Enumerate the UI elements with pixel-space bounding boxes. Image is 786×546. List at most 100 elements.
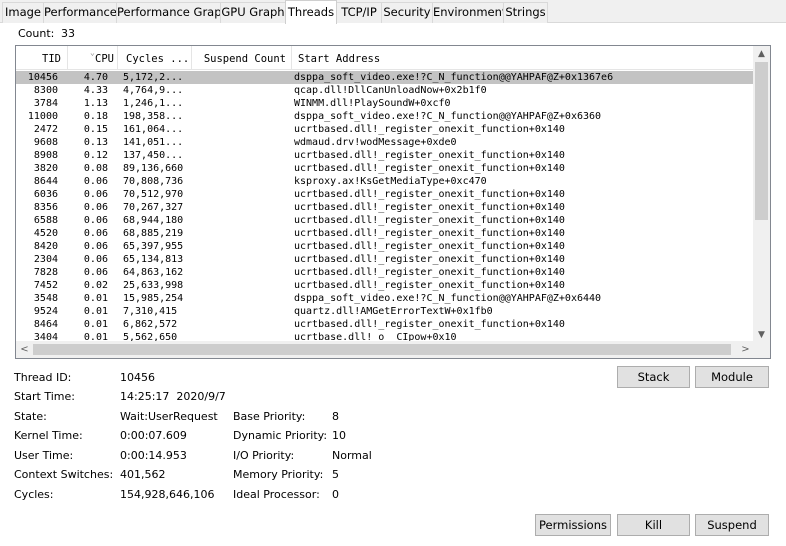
table-row[interactable]: 6588 0.06 68,944,180 ucrtbased.dll!_registe… bbox=[16, 214, 754, 227]
cell-cpu: 0.06 bbox=[83, 176, 108, 187]
cell-start-address: wdmaud.drv!wodMessage+0xde0 bbox=[294, 137, 457, 148]
table-row[interactable]: 3784 1.13 1,246,1... WINMM.dll!PlaySoundW+0… bbox=[16, 97, 754, 110]
cell-tid: 9524 bbox=[33, 306, 58, 317]
tab-gpu-graph[interactable]: GPU Graph bbox=[220, 2, 286, 23]
context-switches-value: 401,562 bbox=[120, 468, 166, 481]
table-row[interactable]: 6036 0.06 70,512,970 ucrtbased.dll!_registe… bbox=[16, 188, 754, 201]
kernel-time-value: 0:00:07.609 bbox=[120, 429, 187, 442]
cell-start-address: dsppa_soft_video.exe!?C_N_function@@YAHP… bbox=[294, 72, 614, 83]
kill-button[interactable]: Kill bbox=[617, 514, 690, 536]
cell-start-address: ucrtbased.dll!_register_onexit_function+… bbox=[294, 163, 565, 174]
cell-start-address: ucrtbased.dll!_register_onexit_function+… bbox=[294, 267, 565, 278]
cell-cycles: 68,885,219 bbox=[123, 228, 184, 239]
memory-priority-value: 5 bbox=[332, 468, 339, 481]
column-header-cycles[interactable]: Cycles ... bbox=[118, 46, 192, 70]
cell-cycles: 1,246,1... bbox=[123, 98, 184, 109]
cell-tid: 8300 bbox=[33, 85, 58, 96]
cell-tid: 8908 bbox=[33, 150, 58, 161]
column-header-start-address[interactable]: Start Address bbox=[292, 46, 754, 70]
column-header-cpu-label: CPU bbox=[95, 53, 114, 65]
cell-cycles: 65,134,813 bbox=[123, 254, 184, 265]
vertical-scrollbar[interactable]: ▲ ▼ bbox=[753, 46, 770, 343]
cell-tid: 6036 bbox=[33, 189, 58, 200]
table-row[interactable]: 8464 0.01 6,862,572 ucrtbased.dll!_register… bbox=[16, 318, 754, 331]
column-header-tid[interactable]: TID bbox=[16, 46, 68, 70]
stack-button[interactable]: Stack bbox=[617, 366, 690, 388]
cell-tid: 10456 bbox=[27, 72, 58, 83]
list-rows: 10456 4.70 5,172,2... dsppa_soft_video.exe!… bbox=[16, 71, 754, 343]
cell-cpu: 0.06 bbox=[83, 241, 108, 252]
cell-cpu: 0.06 bbox=[83, 228, 108, 239]
cell-tid: 2472 bbox=[33, 124, 58, 135]
table-row[interactable]: 8908 0.12 137,450... ucrtbased.dll!_registe… bbox=[16, 149, 754, 162]
io-priority-label: I/O Priority: bbox=[233, 449, 295, 462]
cell-tid: 8644 bbox=[33, 176, 58, 187]
cell-cpu: 0.13 bbox=[83, 137, 108, 148]
table-row[interactable]: 9524 0.01 7,310,415 quartz.dll!AMGetErrorTe… bbox=[16, 305, 754, 318]
table-row[interactable]: 7452 0.02 25,633,998 ucrtbased.dll!_registe… bbox=[16, 279, 754, 292]
tab-environment[interactable]: Environment bbox=[432, 2, 506, 23]
table-row[interactable]: 11000 0.18 198,358... dsppa_soft_video.exe!… bbox=[16, 110, 754, 123]
cell-start-address: ksproxy.ax!KsGetMediaType+0xc470 bbox=[294, 176, 487, 187]
horizontal-scroll-thumb[interactable] bbox=[33, 344, 731, 355]
base-priority-label: Base Priority: bbox=[233, 410, 306, 423]
cell-cycles: 5,172,2... bbox=[123, 72, 184, 83]
table-row[interactable]: 3820 0.08 89,136,660 ucrtbased.dll!_registe… bbox=[16, 162, 754, 175]
cell-cpu: 0.15 bbox=[83, 124, 108, 135]
vertical-scroll-thumb[interactable] bbox=[755, 62, 768, 220]
tab-performance-graph[interactable]: Performance Graph bbox=[116, 2, 229, 23]
cell-tid: 9608 bbox=[33, 137, 58, 148]
table-row[interactable]: 2304 0.06 65,134,813 ucrtbased.dll!_registe… bbox=[16, 253, 754, 266]
threads-list[interactable]: TID ⌄ CPU Cycles ... Suspend Count Start… bbox=[15, 45, 771, 359]
table-row[interactable]: 10456 4.70 5,172,2... dsppa_soft_video.exe!… bbox=[16, 71, 754, 84]
tab-strings[interactable]: Strings bbox=[503, 2, 548, 23]
suspend-button[interactable]: Suspend bbox=[695, 514, 769, 536]
table-row[interactable]: 9608 0.13 141,051... wdmaud.drv!wodMessage+… bbox=[16, 136, 754, 149]
tab-tcpip[interactable]: TCP/IP bbox=[336, 2, 382, 23]
tab-image[interactable]: Image bbox=[2, 2, 44, 23]
cell-cycles: 25,633,998 bbox=[123, 280, 184, 291]
cell-tid: 3820 bbox=[33, 163, 58, 174]
cell-start-address: quartz.dll!AMGetErrorTextW+0x1fb0 bbox=[294, 306, 493, 317]
tab-threads[interactable]: Threads bbox=[285, 0, 337, 24]
context-switches-label: Context Switches: bbox=[14, 468, 114, 481]
table-row[interactable]: 8356 0.06 70,267,327 ucrtbased.dll!_registe… bbox=[16, 201, 754, 214]
cell-cpu: 0.01 bbox=[83, 293, 108, 304]
cell-cpu: 0.06 bbox=[83, 189, 108, 200]
table-row[interactable]: 8644 0.06 70,808,736 ksproxy.ax!KsGetMediaT… bbox=[16, 175, 754, 188]
table-row[interactable]: 8300 4.33 4,764,9... qcap.dll!DllCanUnloadN… bbox=[16, 84, 754, 97]
cell-start-address: ucrtbased.dll!_register_onexit_function+… bbox=[294, 150, 565, 161]
ideal-processor-value: 0 bbox=[332, 488, 339, 501]
column-header-cpu[interactable]: ⌄ CPU bbox=[68, 46, 118, 70]
permissions-button[interactable]: Permissions bbox=[535, 514, 611, 536]
cell-start-address: ucrtbased.dll!_register_onexit_function+… bbox=[294, 241, 565, 252]
table-row[interactable]: 4520 0.06 68,885,219 ucrtbased.dll!_registe… bbox=[16, 227, 754, 240]
horizontal-scrollbar[interactable]: < > bbox=[16, 341, 754, 358]
cell-cycles: 89,136,660 bbox=[123, 163, 184, 174]
table-row[interactable]: 8420 0.06 65,397,955 ucrtbased.dll!_registe… bbox=[16, 240, 754, 253]
scroll-up-icon[interactable]: ▲ bbox=[753, 46, 770, 62]
cell-cpu: 0.01 bbox=[83, 306, 108, 317]
cell-cpu: 0.06 bbox=[83, 267, 108, 278]
cell-start-address: ucrtbased.dll!_register_onexit_function+… bbox=[294, 202, 565, 213]
table-row[interactable]: 3548 0.01 15,985,254 dsppa_soft_video.exe!?… bbox=[16, 292, 754, 305]
column-header-suspend-count[interactable]: Suspend Count bbox=[192, 46, 292, 70]
cell-start-address: WINMM.dll!PlaySoundW+0xcf0 bbox=[294, 98, 451, 109]
scroll-left-icon[interactable]: < bbox=[16, 341, 33, 358]
cell-start-address: ucrtbased.dll!_register_onexit_function+… bbox=[294, 254, 565, 265]
user-time-value: 0:00:14.953 bbox=[120, 449, 187, 462]
tab-performance[interactable]: Performance bbox=[43, 2, 117, 23]
module-button[interactable]: Module bbox=[695, 366, 769, 388]
cell-start-address: ucrtbased.dll!_register_onexit_function+… bbox=[294, 124, 565, 135]
state-label: State: bbox=[14, 410, 47, 423]
table-row[interactable]: 2472 0.15 161,064... ucrtbased.dll!_registe… bbox=[16, 123, 754, 136]
cell-start-address: ucrtbased.dll!_register_onexit_function+… bbox=[294, 228, 565, 239]
list-header: TID ⌄ CPU Cycles ... Suspend Count Start… bbox=[16, 46, 754, 70]
scroll-right-icon[interactable]: > bbox=[737, 341, 754, 358]
cell-start-address: dsppa_soft_video.exe!?C_N_function@@YAHP… bbox=[294, 111, 602, 122]
state-value: Wait:UserRequest bbox=[120, 410, 218, 423]
cell-cycles: 70,512,970 bbox=[123, 189, 184, 200]
cell-tid: 3548 bbox=[33, 293, 58, 304]
tab-security[interactable]: Security bbox=[381, 2, 433, 23]
table-row[interactable]: 7828 0.06 64,863,162 ucrtbased.dll!_registe… bbox=[16, 266, 754, 279]
